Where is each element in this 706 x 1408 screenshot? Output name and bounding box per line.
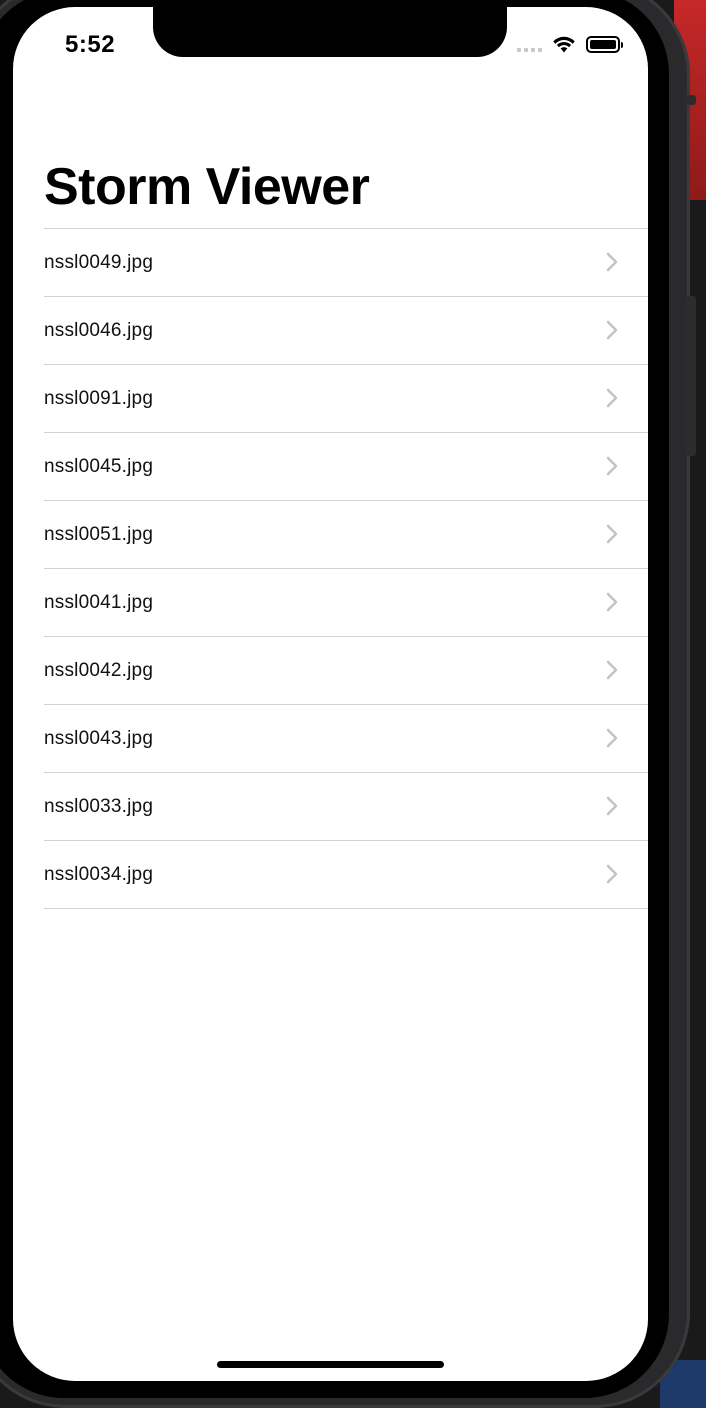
chevron-right-icon <box>606 660 618 680</box>
chevron-right-icon <box>606 524 618 544</box>
list-item[interactable]: nssl0091.jpg <box>44 365 648 433</box>
list-item[interactable]: nssl0042.jpg <box>44 637 648 705</box>
chevron-right-icon <box>606 388 618 408</box>
list-item[interactable]: nssl0046.jpg <box>44 297 648 365</box>
list-item[interactable]: nssl0045.jpg <box>44 433 648 501</box>
chevron-right-icon <box>606 252 618 272</box>
status-time: 5:52 <box>65 31 116 58</box>
list-item-label: nssl0091.jpg <box>44 387 154 409</box>
chevron-right-icon <box>606 728 618 748</box>
list-item-label: nssl0034.jpg <box>44 863 154 885</box>
cellular-signal-icon <box>517 36 542 52</box>
list-item-label: nssl0049.jpg <box>44 251 154 273</box>
list-item-label: nssl0041.jpg <box>44 591 154 613</box>
chevron-right-icon <box>606 864 618 884</box>
list-item[interactable]: nssl0041.jpg <box>44 569 648 637</box>
mute-switch <box>686 95 696 105</box>
list-item-label: nssl0033.jpg <box>44 795 154 817</box>
image-list: nssl0049.jpg nssl0046.jpg nssl0091.jpg n… <box>44 228 648 909</box>
device-screen: 5:52 Storm Viewer nssl0049.jpg nssl0046.… <box>13 7 648 1381</box>
wifi-icon <box>553 36 575 53</box>
list-item-label: nssl0042.jpg <box>44 659 154 681</box>
home-indicator[interactable] <box>217 1361 444 1368</box>
list-item-label: nssl0043.jpg <box>44 727 154 749</box>
chevron-right-icon <box>606 592 618 612</box>
list-item[interactable]: nssl0033.jpg <box>44 773 648 841</box>
list-item[interactable]: nssl0049.jpg <box>44 229 648 297</box>
list-item[interactable]: nssl0051.jpg <box>44 501 648 569</box>
list-item-label: nssl0045.jpg <box>44 455 154 477</box>
page-title: Storm Viewer <box>44 158 370 216</box>
chevron-right-icon <box>606 456 618 476</box>
list-item-label: nssl0051.jpg <box>44 523 154 545</box>
list-item-label: nssl0046.jpg <box>44 319 154 341</box>
battery-icon <box>586 35 623 53</box>
list-item[interactable]: nssl0043.jpg <box>44 705 648 773</box>
side-button <box>686 296 696 456</box>
chevron-right-icon <box>606 796 618 816</box>
chevron-right-icon <box>606 320 618 340</box>
status-icons <box>517 35 623 53</box>
notch <box>153 7 507 57</box>
list-item[interactable]: nssl0034.jpg <box>44 841 648 909</box>
